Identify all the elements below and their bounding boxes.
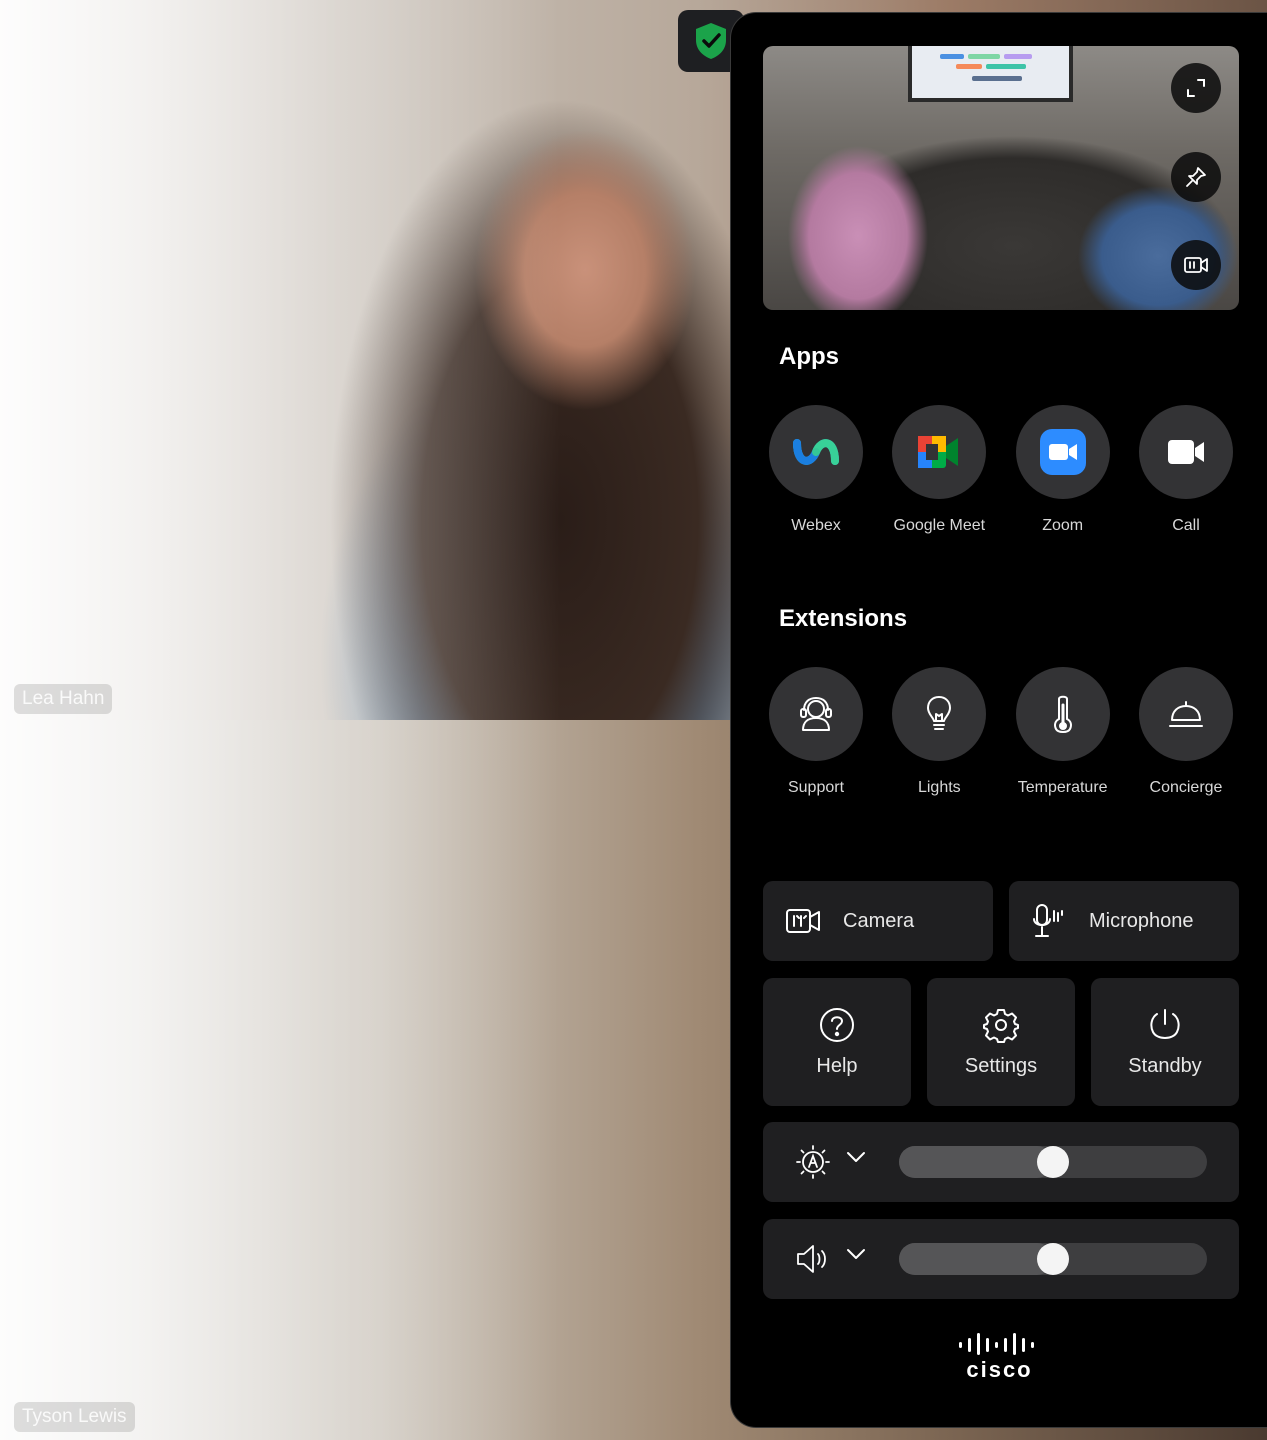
microphone-icon — [1033, 904, 1063, 937]
pin-icon — [1186, 167, 1206, 187]
app-webex[interactable]: Webex — [769, 405, 863, 535]
apps-row: Webex Google Meet Zoom Call — [769, 405, 1233, 535]
help-icon — [820, 1007, 854, 1042]
participant-name-tag: Tyson Lewis — [14, 1402, 135, 1432]
brand-name: cisco — [966, 1357, 1033, 1382]
shield-check-icon — [696, 23, 726, 59]
app-label: Lights — [917, 779, 961, 796]
extension-lights[interactable]: Lights — [892, 667, 987, 797]
slider-fill — [899, 1146, 1053, 1178]
camera-button[interactable]: Camera — [763, 881, 993, 961]
cisco-bars-icon — [958, 1333, 1034, 1355]
google-meet-icon — [918, 436, 959, 468]
chevron-down-icon[interactable] — [845, 1150, 867, 1164]
microphone-button[interactable]: Microphone — [1009, 881, 1239, 961]
settings-label: Settings — [964, 1054, 1038, 1077]
extension-temperature[interactable]: Temperature — [1015, 667, 1110, 797]
standby-button[interactable]: Standby — [1091, 978, 1239, 1106]
camera-icon — [786, 909, 820, 933]
volume-slider[interactable] — [899, 1243, 1207, 1275]
brightness-control — [763, 1122, 1239, 1202]
app-label: Google Meet — [893, 517, 986, 534]
slider-fill — [899, 1243, 1053, 1275]
app-circle[interactable] — [892, 667, 987, 761]
slider-knob[interactable] — [1037, 1146, 1069, 1178]
participant-name-tag: Lea Hahn — [14, 684, 113, 714]
help-button[interactable]: Help — [763, 978, 911, 1106]
panel-overlay-fade — [0, 0, 560, 1440]
auto-brightness-icon[interactable] — [795, 1144, 831, 1180]
room-display — [908, 46, 1073, 102]
settings-button[interactable]: Settings — [927, 978, 1075, 1106]
app-circle[interactable] — [1015, 405, 1110, 499]
zoom-icon — [1039, 429, 1086, 475]
camera-switch-icon — [1184, 257, 1208, 273]
camera-switch-button[interactable] — [1171, 240, 1221, 290]
power-icon — [1150, 1008, 1180, 1039]
fullscreen-icon — [1187, 79, 1205, 97]
gear-icon — [983, 1008, 1019, 1043]
app-label: Support — [787, 779, 845, 796]
extension-support[interactable]: Support — [769, 667, 863, 797]
lightbulb-icon — [927, 696, 952, 730]
speaker-icon[interactable] — [795, 1241, 831, 1277]
app-circle[interactable] — [1138, 405, 1233, 499]
chevron-down-icon[interactable] — [845, 1247, 867, 1261]
extensions-section-title: Extensions — [779, 605, 908, 632]
standby-label: Standby — [1128, 1054, 1202, 1077]
selfview-video[interactable] — [763, 46, 1239, 310]
app-zoom[interactable]: Zoom — [1015, 405, 1110, 535]
app-label: Call — [1172, 517, 1200, 534]
camera-label: Camera — [843, 909, 915, 932]
app-circle[interactable] — [769, 405, 863, 499]
app-circle[interactable] — [769, 667, 863, 761]
concierge-bell-icon — [1168, 701, 1203, 727]
fullscreen-button[interactable] — [1171, 63, 1221, 113]
control-panel: Apps Webex Google Meet Zoom Call Extensi… — [730, 12, 1267, 1428]
app-google-meet[interactable]: Google Meet — [892, 405, 987, 535]
extensions-row: Support Lights Temperature Concierge — [769, 667, 1233, 797]
volume-control — [763, 1219, 1239, 1299]
brightness-slider[interactable] — [899, 1146, 1207, 1178]
help-label: Help — [816, 1054, 858, 1077]
cisco-logo: cisco — [731, 1333, 1267, 1383]
app-circle[interactable] — [1138, 667, 1233, 761]
slider-knob[interactable] — [1037, 1243, 1069, 1275]
app-call[interactable]: Call — [1138, 405, 1233, 535]
app-circle[interactable] — [892, 405, 987, 499]
app-circle[interactable] — [1015, 667, 1110, 761]
webex-icon — [793, 439, 839, 465]
app-label: Zoom — [1042, 517, 1084, 534]
extension-concierge[interactable]: Concierge — [1138, 667, 1233, 797]
microphone-label: Microphone — [1089, 909, 1194, 932]
thermometer-icon — [1053, 695, 1072, 733]
app-label: Webex — [791, 517, 841, 534]
pin-button[interactable] — [1171, 152, 1221, 202]
video-call-icon — [1167, 440, 1204, 464]
app-label: Temperature — [1017, 779, 1108, 796]
app-label: Concierge — [1149, 779, 1223, 796]
apps-section-title: Apps — [779, 343, 839, 370]
support-headset-icon — [800, 697, 832, 731]
